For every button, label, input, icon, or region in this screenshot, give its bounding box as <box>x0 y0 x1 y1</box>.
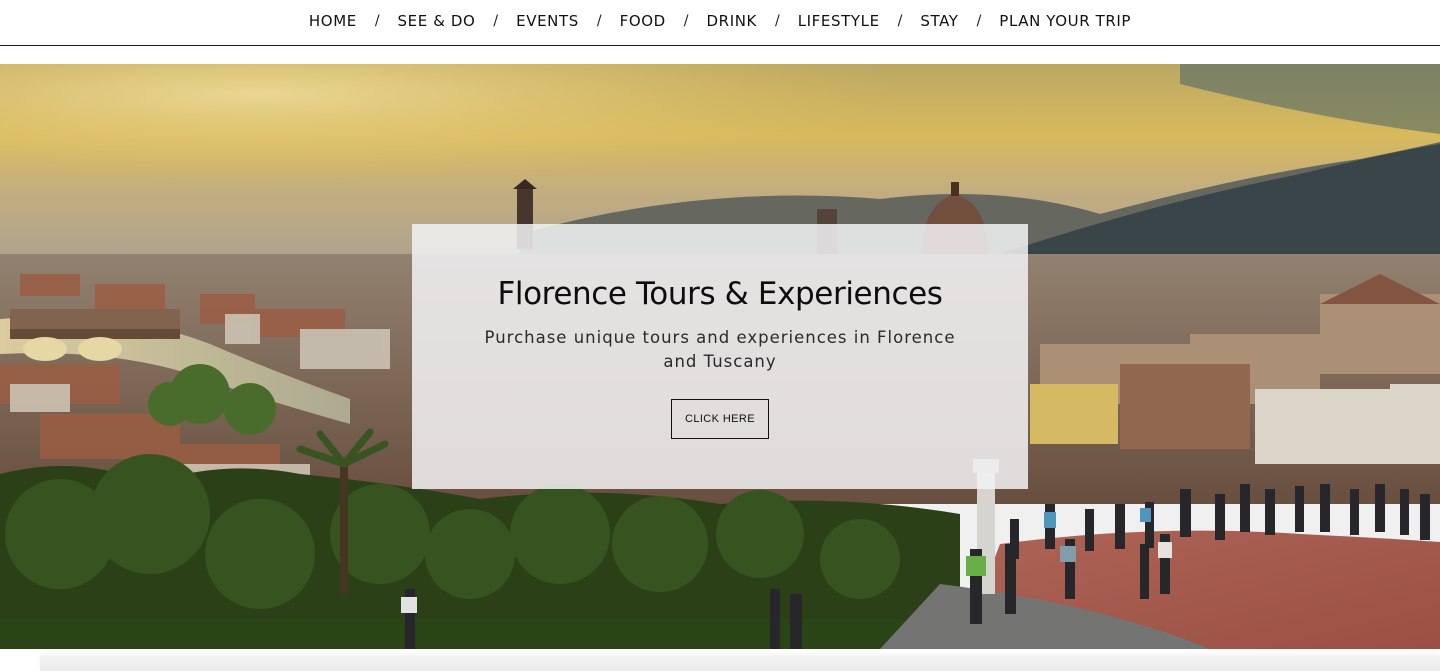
nav-item-plan-your-trip: PLAN YOUR TRIP <box>987 12 1143 30</box>
nav-link-see-do[interactable]: SEE & DO <box>386 12 488 30</box>
nav-item-see-do: SEE & DO <box>386 12 488 30</box>
main-navigation: HOME / SEE & DO / EVENTS / FOOD / DRINK … <box>0 0 1440 46</box>
nav-item-lifestyle: LIFESTYLE <box>786 12 892 30</box>
hero-title: Florence Tours & Experiences <box>497 276 943 312</box>
nav-separator: / <box>976 13 982 29</box>
nav-separator: / <box>897 13 903 29</box>
nav-link-drink[interactable]: DRINK <box>695 12 769 30</box>
nav-link-events[interactable]: EVENTS <box>504 12 591 30</box>
hero-banner: Florence Tours & Experiences Purchase un… <box>0 64 1440 649</box>
nav-link-home[interactable]: HOME <box>297 12 369 30</box>
nav-item-food: FOOD <box>608 12 678 30</box>
nav-separator: / <box>774 13 780 29</box>
click-here-button[interactable]: CLICK HERE <box>671 399 769 439</box>
nav-item-events: EVENTS <box>504 12 591 30</box>
nav-item-drink: DRINK <box>695 12 769 30</box>
nav-link-food[interactable]: FOOD <box>608 12 678 30</box>
next-section-edge <box>40 656 1440 671</box>
hero-subtitle: Purchase unique tours and experiences in… <box>484 328 956 371</box>
nav-link-lifestyle[interactable]: LIFESTYLE <box>786 12 892 30</box>
nav-separator: / <box>683 13 689 29</box>
nav-separator: / <box>374 13 380 29</box>
hero-card: Florence Tours & Experiences Purchase un… <box>412 224 1028 489</box>
nav-separator: / <box>493 13 499 29</box>
nav-link-stay[interactable]: STAY <box>908 12 970 30</box>
nav-item-home: HOME <box>297 12 369 30</box>
nav-link-plan-your-trip[interactable]: PLAN YOUR TRIP <box>987 12 1143 30</box>
nav-separator: / <box>596 13 602 29</box>
nav-item-stay: STAY <box>908 12 970 30</box>
